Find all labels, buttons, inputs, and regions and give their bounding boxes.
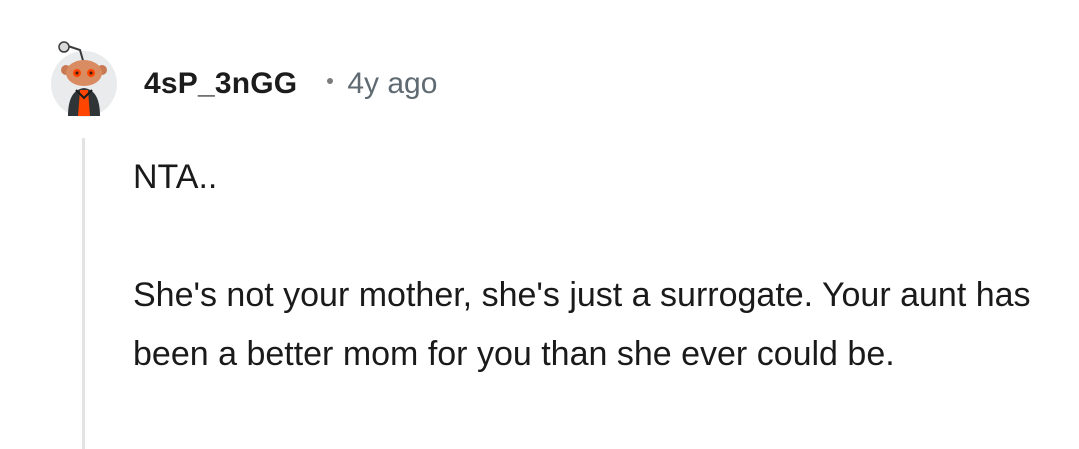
comment-body: NTA.. She's not your mother, she's just … bbox=[133, 148, 1053, 384]
username[interactable]: 4sP_3nGG bbox=[144, 67, 297, 101]
comment-paragraph: NTA.. bbox=[133, 158, 218, 196]
comment: 4sP_3nGG 4y ago NTA.. She's not your mot… bbox=[0, 0, 1079, 449]
dot-separator-icon bbox=[327, 78, 334, 84]
avatar[interactable] bbox=[50, 40, 118, 118]
comment-header: 4sP_3nGG 4y ago bbox=[144, 62, 437, 106]
thread-line[interactable] bbox=[82, 138, 85, 449]
reddit-snoo-avatar-icon bbox=[51, 41, 117, 117]
timestamp: 4y ago bbox=[347, 67, 438, 100]
comment-paragraph: She's not your mother, she's just a surr… bbox=[133, 276, 1031, 373]
